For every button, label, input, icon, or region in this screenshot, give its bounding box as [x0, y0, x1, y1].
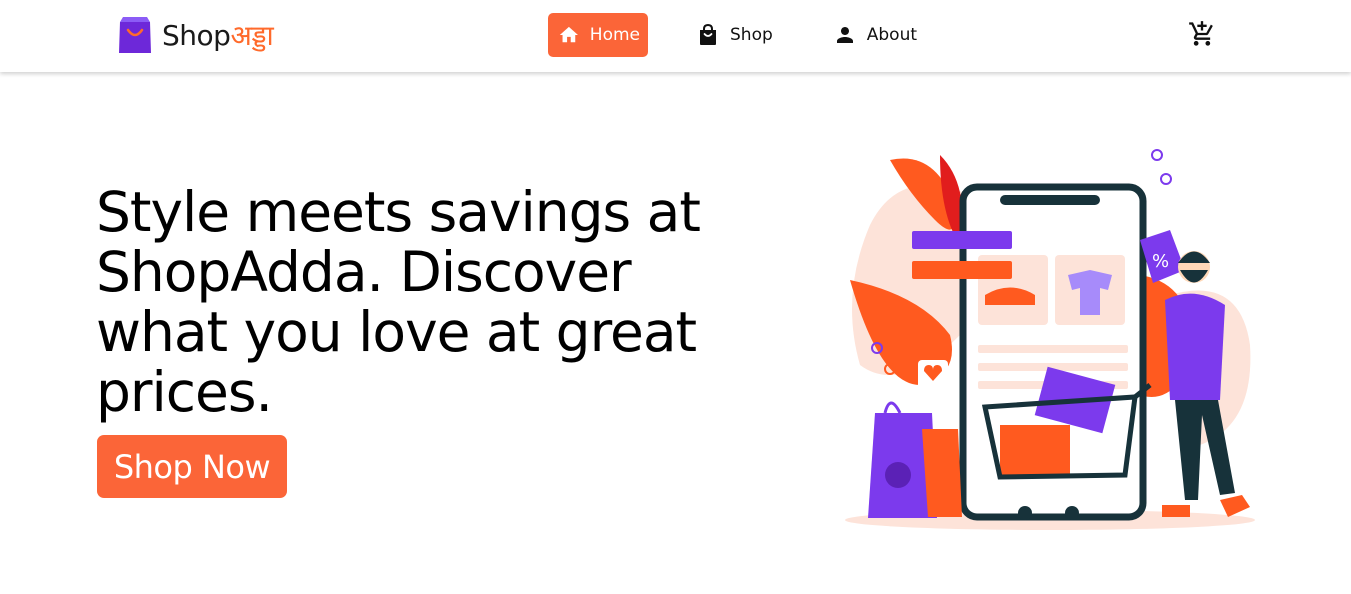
nav-shop-label: Shop — [730, 25, 773, 45]
main-nav: Home Shop About — [548, 13, 925, 57]
nav-about[interactable]: About — [823, 13, 925, 57]
brand-name-adda: अड्डा — [230, 19, 274, 52]
hero-headline: Style meets savings at ShopAdda. Discove… — [96, 180, 701, 424]
shopping-bag-icon — [700, 23, 716, 45]
home-icon — [559, 26, 578, 43]
online-shopping-illustration: % — [845, 149, 1255, 530]
top-navbar: Shopअड्डा Home Shop About — [0, 0, 1351, 72]
nav-shop[interactable]: Shop — [686, 13, 781, 57]
nav-home[interactable]: Home — [548, 13, 648, 57]
person-icon — [836, 27, 853, 43]
nav-about-label: About — [866, 25, 918, 45]
shopping-bag-logo-icon — [119, 17, 151, 53]
nav-home-label: Home — [589, 25, 640, 45]
shop-now-button[interactable]: Shop Now — [97, 435, 287, 498]
brand-name-shop: Shop — [162, 19, 231, 52]
cart-icon[interactable] — [1188, 20, 1216, 48]
brand-logo[interactable]: Shopअड्डा — [118, 15, 274, 55]
brand-name: Shopअड्डा — [162, 16, 274, 54]
svg-text:%: % — [1152, 251, 1169, 272]
